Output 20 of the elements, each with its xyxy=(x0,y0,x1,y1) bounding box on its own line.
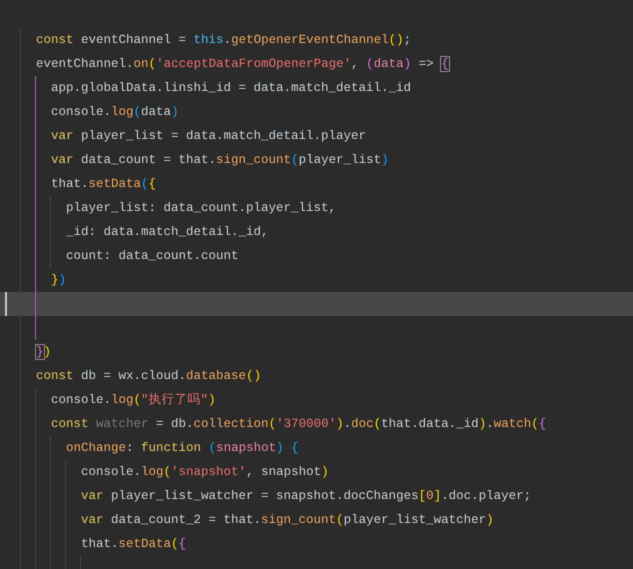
code-line: console.log("执行了吗") xyxy=(51,392,216,409)
code-line: const db = wx.cloud.database() xyxy=(36,368,262,385)
code-line: that.setData({ xyxy=(81,536,186,553)
code-line: that.setData({ xyxy=(51,176,156,193)
code-line: var player_list_watcher = snapshot.docChanges[0].doc.player; xyxy=(81,488,532,505)
code-line: app.globalData.linshi_id = data.match_detail._id xyxy=(51,80,412,97)
code-line: _id: data.match_detail._id, xyxy=(66,224,269,241)
code-line: }) xyxy=(51,272,66,289)
code-line: console.log('snapshot', snapshot) xyxy=(81,464,329,481)
code-line: const watcher = db.collection('370000').doc(that.data._id).watch({ xyxy=(51,416,546,433)
code-line: console.log(data) xyxy=(51,104,179,121)
code-line: eventChannel.on('acceptDataFromOpenerPage', (data) => { xyxy=(36,56,449,73)
code-line: var player_list = data.match_detail.player xyxy=(51,128,366,145)
code-line: var data_count_2 = that.sign_count(player_list_watcher) xyxy=(81,512,494,529)
code-line: const eventChannel = this.getOpenerEventChannel(); xyxy=(36,32,412,49)
code-line: player_list: data_count.player_list, xyxy=(66,200,336,217)
code-line: onChange: function (snapshot) { xyxy=(66,440,299,457)
code-line: count: data_count.count xyxy=(66,248,239,265)
code-line: var data_count = that.sign_count(player_list) xyxy=(51,152,389,169)
code-line: }) xyxy=(36,344,52,361)
